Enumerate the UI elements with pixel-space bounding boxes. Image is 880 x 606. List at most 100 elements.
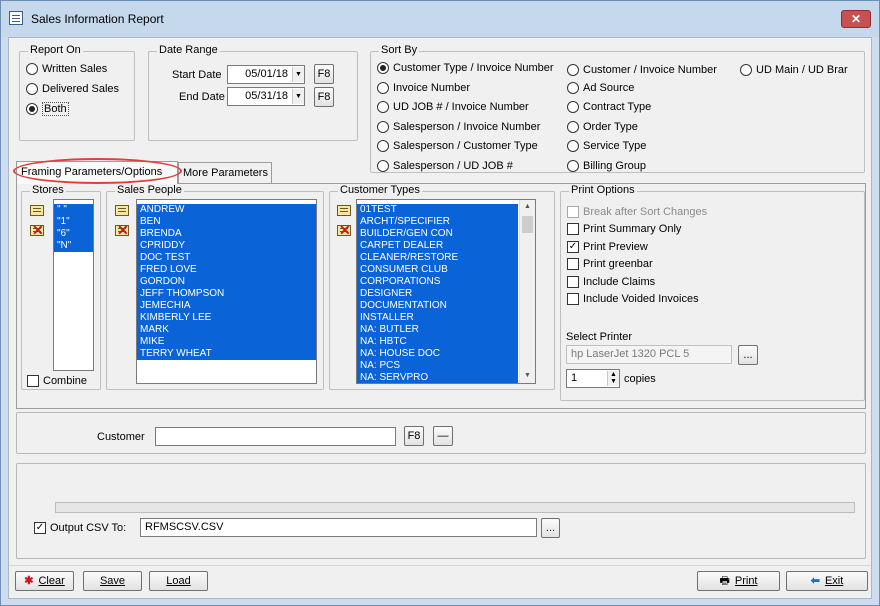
list-item[interactable]: KIMBERLY LEE [137, 312, 316, 324]
output-csv-input[interactable]: RFMSCSV.CSV [140, 518, 537, 537]
scroll-up-icon[interactable]: ▲ [520, 200, 535, 214]
bottom-button-bar: ✱ Clear Save Load 🖶 Print ⬅ Exit [9, 565, 871, 598]
radio-written-sales[interactable]: Written Sales [26, 63, 107, 75]
list-item[interactable]: NA: BUTLER [357, 324, 518, 336]
list-item[interactable]: NA: HBTC [357, 336, 518, 348]
radio-sort-salesperson-customer-type[interactable]: Salesperson / Customer Type [377, 140, 538, 152]
list-item[interactable]: "N" [54, 240, 93, 252]
list-item[interactable]: DOCUMENTATION [357, 300, 518, 312]
list-item[interactable]: JEMECHIA [137, 300, 316, 312]
list-item[interactable]: CLEANER/RESTORE [357, 252, 518, 264]
end-date-input[interactable]: 05/31/18 ▼ [227, 87, 305, 106]
combine-checkbox[interactable]: Combine [27, 375, 87, 387]
start-date-input[interactable]: 05/01/18 ▼ [227, 65, 305, 84]
list-item[interactable]: MARK [137, 324, 316, 336]
include-voided-invoices-checkbox[interactable]: Include Voided Invoices [567, 293, 699, 305]
start-date-lookup-button[interactable]: F8 [314, 64, 334, 84]
close-button[interactable]: ✕ [841, 10, 871, 28]
select-all-icon[interactable] [335, 203, 353, 219]
list-item[interactable]: BRENDA [137, 228, 316, 240]
radio-icon [377, 82, 389, 94]
list-item[interactable]: FRED LOVE [137, 264, 316, 276]
radio-sort-salesperson-ud-job[interactable]: Salesperson / UD JOB # [377, 160, 513, 172]
load-button[interactable]: Load [149, 571, 208, 591]
radio-sort-service-type[interactable]: Service Type [567, 140, 646, 152]
deselect-all-icon[interactable]: ✕ [28, 223, 46, 239]
scroll-thumb[interactable] [522, 216, 533, 233]
output-csv-checkbox[interactable]: ✓ Output CSV To: [34, 522, 126, 534]
list-item[interactable]: ANDREW [137, 204, 316, 216]
sales-people-list[interactable]: ANDREW BEN BRENDA CPRIDDY DOC TEST FRED … [136, 199, 317, 384]
select-all-icon[interactable] [113, 203, 131, 219]
tab-more-parameters[interactable]: More Parameters [178, 162, 272, 184]
stores-list[interactable]: " " "1" "6" "N" [53, 199, 94, 371]
copies-label: copies [624, 373, 656, 385]
printer-field: hp LaserJet 1320 PCL 5 [566, 345, 732, 364]
list-item[interactable]: TERRY WHEAT [137, 348, 316, 360]
list-item[interactable]: BEN [137, 216, 316, 228]
radio-sort-order-type[interactable]: Order Type [567, 121, 638, 133]
print-greenbar-checkbox[interactable]: Print greenbar [567, 258, 653, 270]
list-item[interactable]: " " [54, 204, 93, 216]
radio-sort-customer-invoice[interactable]: Customer / Invoice Number [567, 64, 717, 76]
radio-sort-billing-group[interactable]: Billing Group [567, 160, 646, 172]
list-scrollbar[interactable]: ▲ ▼ [519, 200, 535, 383]
list-item[interactable]: DOC TEST [137, 252, 316, 264]
print-button[interactable]: 🖶 Print [697, 571, 780, 591]
list-item[interactable]: BUILDER/GEN CON [357, 228, 518, 240]
list-item[interactable]: NA: HOUSE DOC [357, 348, 518, 360]
radio-both[interactable]: Both [26, 102, 69, 116]
output-csv-browse-button[interactable]: ... [541, 518, 560, 538]
list-item[interactable]: CARPET DEALER [357, 240, 518, 252]
deselect-all-icon[interactable]: ✕ [335, 223, 353, 239]
customer-input[interactable] [155, 427, 396, 446]
save-button[interactable]: Save [83, 571, 142, 591]
select-all-icon[interactable] [28, 203, 46, 219]
list-item[interactable]: 01TEST [357, 204, 518, 216]
print-preview-checkbox[interactable]: ✓ Print Preview [567, 241, 648, 253]
radio-sort-ud-main-ud-brar[interactable]: UD Main / UD Brar [740, 64, 848, 76]
list-item[interactable]: "1" [54, 216, 93, 228]
list-item[interactable]: CORPORATIONS [357, 276, 518, 288]
list-item[interactable]: NA: SERVPRO [357, 372, 518, 383]
radio-sort-salesperson-invoice[interactable]: Salesperson / Invoice Number [377, 121, 540, 133]
chevron-down-icon[interactable]: ▼ [292, 89, 304, 104]
customer-types-list[interactable]: 01TEST ARCHT/SPECIFIER BUILDER/GEN CON C… [356, 199, 536, 384]
list-item[interactable]: GORDON [137, 276, 316, 288]
list-item[interactable]: CONSUMER CLUB [357, 264, 518, 276]
radio-sort-invoice-number[interactable]: Invoice Number [377, 82, 470, 94]
break-after-sort-checkbox[interactable]: Break after Sort Changes [567, 206, 707, 218]
customer-lookup-button[interactable]: F8 [404, 426, 424, 446]
list-item[interactable]: NA: PCS [357, 360, 518, 372]
list-item[interactable]: DESIGNER [357, 288, 518, 300]
exit-button[interactable]: ⬅ Exit [786, 571, 868, 591]
radio-delivered-sales[interactable]: Delivered Sales [26, 83, 119, 95]
radio-selected-icon [377, 62, 389, 74]
list-item[interactable]: MIKE [137, 336, 316, 348]
list-item[interactable]: INSTALLER [357, 312, 518, 324]
list-item[interactable]: CPRIDDY [137, 240, 316, 252]
end-date-lookup-button[interactable]: F8 [314, 87, 334, 107]
list-item[interactable]: ARCHT/SPECIFIER [357, 216, 518, 228]
copies-spinner[interactable]: 1 ▲ ▼ [566, 369, 620, 388]
list-item[interactable]: JEFF THOMPSON [137, 288, 316, 300]
radio-icon [567, 101, 579, 113]
tab-framing-parameters[interactable]: Framing Parameters/Options [16, 161, 178, 184]
deselect-all-icon[interactable]: ✕ [113, 223, 131, 239]
radio-sort-ud-job-invoice[interactable]: UD JOB # / Invoice Number [377, 101, 529, 113]
scroll-down-icon[interactable]: ▼ [520, 369, 535, 383]
radio-sort-contract-type[interactable]: Contract Type [567, 101, 651, 113]
radio-sort-customer-type-invoice[interactable]: Customer Type / Invoice Number [377, 62, 554, 74]
print-summary-only-checkbox[interactable]: Print Summary Only [567, 223, 681, 235]
progress-bar [55, 502, 855, 513]
list-item[interactable]: "6" [54, 228, 93, 240]
clear-button[interactable]: ✱ Clear [15, 571, 74, 591]
spinner-arrows-icon[interactable]: ▲ ▼ [607, 371, 619, 386]
chevron-down-icon[interactable]: ▼ [292, 67, 304, 82]
customer-clear-button[interactable]: — [433, 426, 453, 446]
include-claims-checkbox[interactable]: Include Claims [567, 276, 655, 288]
checkbox-icon [567, 223, 579, 235]
radio-sort-ad-source[interactable]: Ad Source [567, 82, 634, 94]
radio-icon [567, 82, 579, 94]
printer-browse-button[interactable]: ... [738, 345, 758, 365]
